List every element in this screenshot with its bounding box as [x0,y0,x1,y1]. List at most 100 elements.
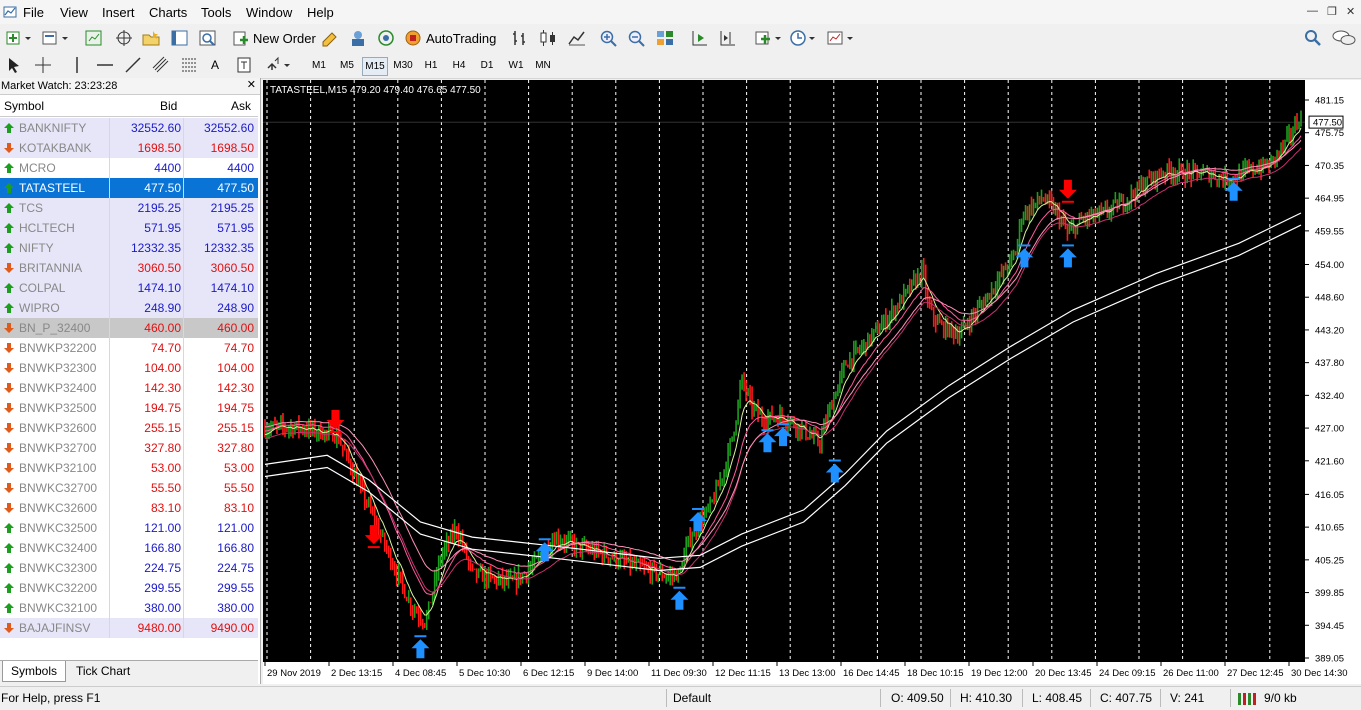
metaeditor-icon[interactable] [320,28,340,48]
bid-price: 55.50 [150,481,181,495]
market-watch-row[interactable]: BNWKC32500 121.00 121.00 [0,518,258,538]
equidistant-channel-icon[interactable] [152,55,170,75]
navigator-icon[interactable] [141,28,161,48]
tab-symbols[interactable]: Symbols [2,661,67,682]
tab-tick-chart[interactable]: Tick Chart [68,661,138,681]
market-watch-row[interactable]: BN_P_32400 460.00 460.00 [0,318,258,338]
symbol-name: BNWKP32100 [19,461,97,475]
line-chart-icon[interactable] [567,28,587,48]
x-tick-label: 9 Dec 14:00 [587,668,638,679]
tf-h4[interactable]: H4 [447,57,471,74]
menu-view[interactable]: View [60,5,88,20]
market-watch-row[interactable]: BAJAJFINSV 9480.00 9490.00 [0,618,258,638]
symbol-name: KOTAKBANK [19,141,92,155]
tf-m1[interactable]: M1 [307,57,331,74]
tf-mn[interactable]: MN [531,57,555,74]
periods-button[interactable] [789,28,819,48]
tile-windows-icon[interactable] [655,28,675,48]
market-watch-row[interactable]: NIFTY 12332.35 12332.35 [0,238,258,258]
market-watch-row[interactable]: BNWKP32700 327.80 327.80 [0,438,258,458]
market-watch-row[interactable]: BNWKC32700 55.50 55.50 [0,478,258,498]
menu-charts[interactable]: Charts [149,5,187,20]
market-watch-row[interactable]: BNWKP32300 104.00 104.00 [0,358,258,378]
terminal-icon[interactable] [170,28,190,48]
market-watch-row[interactable]: BNWKP32400 142.30 142.30 [0,378,258,398]
tf-h1[interactable]: H1 [419,57,443,74]
y-tick-label: 405.25 [1315,555,1344,566]
mailbox-icon[interactable] [348,28,368,48]
bid-price: 9480.00 [137,621,181,635]
search-icon[interactable] [1304,28,1322,48]
arrow-up-icon [4,223,14,233]
market-watch-row[interactable]: TCS 2195.25 2195.25 [0,198,258,218]
text-tool-icon[interactable]: A [211,55,219,75]
y-tick-label: 454.00 [1315,260,1344,271]
market-watch-row[interactable]: BNWKP32100 53.00 53.00 [0,458,258,478]
market-watch-row[interactable]: BRITANNIA 3060.50 3060.50 [0,258,258,278]
indicators-button[interactable] [754,28,784,48]
market-watch-icon[interactable] [84,28,104,48]
close-icon[interactable]: ✕ [1346,5,1355,18]
market-watch-row[interactable]: BNWKC32300 224.75 224.75 [0,558,258,578]
zoom-in-icon[interactable] [599,28,619,48]
bid-price: 255.15 [144,421,181,435]
arrows-icon[interactable] [266,55,292,75]
market-watch-row[interactable]: BNWKC32600 83.10 83.10 [0,498,258,518]
market-watch-row[interactable]: BNWKC32200 299.55 299.55 [0,578,258,598]
auto-trading-button[interactable]: AutoTrading [404,28,496,48]
market-watch-row[interactable]: BANKNIFTY 32552.60 32552.60 [0,118,258,138]
bar-chart-icon[interactable] [510,28,530,48]
column-symbol[interactable]: Symbol [4,99,44,113]
crosshair-icon[interactable] [34,55,52,75]
menu-file[interactable]: File [23,5,44,20]
ask-price: 166.80 [217,541,254,555]
tf-d1[interactable]: D1 [475,57,499,74]
candlestick-icon[interactable] [538,28,558,48]
text-label-icon[interactable] [236,55,252,75]
new-chart-button[interactable] [5,28,33,48]
minimize-icon[interactable]: — [1307,5,1318,17]
chat-icon[interactable] [1332,28,1356,48]
vertical-line-icon[interactable] [70,55,84,75]
market-watch-row[interactable]: BNWKC32100 380.00 380.00 [0,598,258,618]
tf-m5[interactable]: M5 [335,57,359,74]
auto-scroll-icon[interactable] [690,28,710,48]
fibonacci-icon[interactable] [180,55,198,75]
market-watch-row[interactable]: TATASTEEL 477.50 477.50 [0,178,258,198]
profiles-button[interactable] [40,28,70,48]
price-chart[interactable]: 481.15 475.75 470.35 464.95 459.55 454.00 448.… [263,80,1361,684]
status-bar: For Help, press F1 Default O: 409.50 H: … [0,686,1361,710]
column-ask[interactable]: Ask [231,99,251,113]
menu-window[interactable]: Window [246,5,292,20]
market-watch-row[interactable]: BNWKC32400 166.80 166.80 [0,538,258,558]
market-watch-row[interactable]: BNWKP32600 255.15 255.15 [0,418,258,438]
menu-insert[interactable]: Insert [102,5,135,20]
column-bid[interactable]: Bid [160,99,177,113]
strategy-tester-icon[interactable] [198,28,218,48]
menu-help[interactable]: Help [307,5,334,20]
market-watch-row[interactable]: KOTAKBANK 1698.50 1698.50 [0,138,258,158]
market-watch-row[interactable]: MCRO 4400 4400 [0,158,258,178]
tf-m30[interactable]: M30 [391,57,415,74]
chart-window[interactable]: 481.15 475.75 470.35 464.95 459.55 454.00 448.… [263,80,1361,684]
market-watch-row[interactable]: BNWKP32200 74.70 74.70 [0,338,258,358]
data-window-icon[interactable] [114,28,134,48]
tf-m15[interactable]: M15 [362,57,388,76]
trendline-icon[interactable] [124,55,142,75]
market-watch-row[interactable]: HCLTECH 571.95 571.95 [0,218,258,238]
horizontal-line-icon[interactable] [96,55,114,75]
chart-shift-icon[interactable] [718,28,738,48]
market-watch-row[interactable]: BNWKP32500 194.75 194.75 [0,398,258,418]
ask-price: 32552.60 [203,121,254,135]
new-order-button[interactable]: New Order [233,28,316,48]
signals-icon[interactable] [376,28,396,48]
market-watch-row[interactable]: COLPAL 1474.10 1474.10 [0,278,258,298]
market-watch-row[interactable]: WIPRO 248.90 248.90 [0,298,258,318]
menu-tools[interactable]: Tools [201,5,231,20]
restore-icon[interactable]: ❐ [1327,5,1337,18]
zoom-out-icon[interactable] [627,28,647,48]
cursor-icon[interactable] [6,55,22,75]
templates-button[interactable] [826,28,856,48]
tf-w1[interactable]: W1 [504,57,528,74]
market-watch-close-icon[interactable]: ✕ [247,78,256,91]
